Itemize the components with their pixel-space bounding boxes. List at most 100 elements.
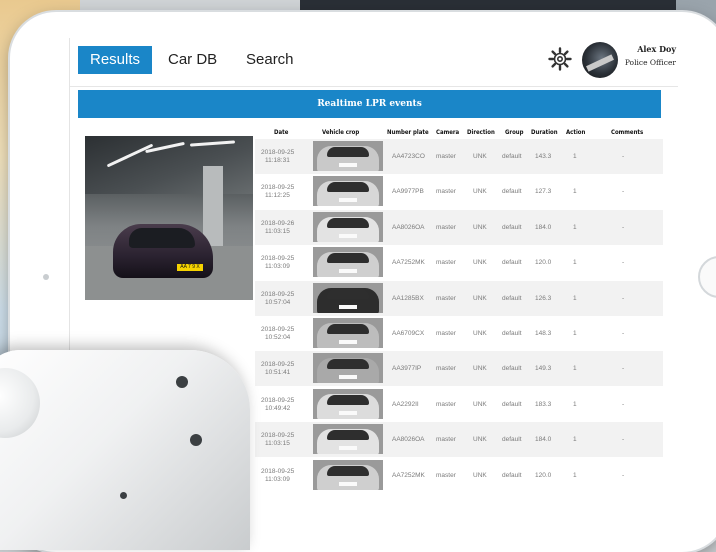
cell-action: 1 [573,330,577,337]
cell-time: 10:49:42 [265,404,291,412]
tab-car-db[interactable]: Car DB [156,46,229,74]
vehicle-crop-thumbnail[interactable] [313,318,383,348]
cell-direction: UNK [473,294,487,302]
gear-icon[interactable] [547,46,573,72]
cell-action: 1 [573,259,577,267]
table-row[interactable]: 2018-09-26 11:03:15 AA8026OA master UNK defau… [255,209,663,245]
cell-time: 10:57:04 [265,298,291,306]
cell-group: default [502,294,522,302]
cell-duration: 148.3 [535,330,552,337]
cell-comments: - [622,188,625,196]
cell-duration: 183.3 [535,400,552,408]
header-vehicle-crop: Vehicle crop [322,129,360,136]
header-group: Group [505,129,524,136]
thumbnail-car-window [327,324,369,334]
cell-duration: 184.0 [535,436,552,444]
vehicle-crop-thumbnail[interactable] [313,424,383,455]
cell-action: 1 [573,223,577,231]
cell-group: default [502,400,522,408]
table-row[interactable]: 2018-09-25 11:03:09 AA7252MK master UNK defau… [255,245,663,280]
device-screw-hole [190,434,202,446]
cell-group: default [502,471,522,479]
thumbnail-plate [339,340,357,344]
cell-direction: UNK [473,330,487,337]
snapshot-plate: AA 7 9 X [177,264,203,271]
avatar[interactable] [582,42,618,78]
cell-number-plate: AA2292II [392,400,419,408]
table-row[interactable]: 2018-09-25 10:52:04 AA6709CX master UNK defau… [255,316,663,351]
vehicle-crop-thumbnail[interactable] [313,282,383,313]
cell-camera: master [436,330,456,337]
cell-action: 1 [573,436,577,444]
cell-duration: 127.3 [535,188,552,196]
thumbnail-car-window [327,147,369,157]
camera-snapshot[interactable]: AA 7 9 X [85,136,253,300]
table-row[interactable]: 2018-09-25 11:03:15 AA8026OA master UNK defau… [255,422,663,458]
thumbnail-plate [339,375,357,380]
vehicle-crop-thumbnail[interactable] [313,353,383,384]
vehicle-crop-thumbnail[interactable] [313,459,383,490]
cell-number-plate: AA8026OA [392,223,425,231]
thumbnail-plate [339,233,357,238]
table-row[interactable]: 2018-09-25 10:57:04 AA1285BX master UNK defau… [255,280,663,316]
cell-group: default [502,223,522,231]
tab-search[interactable]: Search [234,46,306,74]
home-button[interactable] [698,256,716,298]
cell-direction: UNK [473,188,487,196]
table-row[interactable]: 2018-09-25 10:49:42 AA2292II master UNK defau… [255,387,663,422]
tablet-camera [43,274,49,280]
table-row[interactable]: 2018-09-25 10:51:41 AA3977IP master UNK defau… [255,351,663,387]
cell-comments: - [622,330,625,337]
cell-direction: UNK [473,471,487,479]
vehicle-crop-thumbnail[interactable] [313,247,383,278]
cell-action: 1 [573,153,577,160]
device-screw-hole [120,492,127,499]
cell-comments: - [622,400,625,408]
cell-duration: 149.3 [535,365,552,373]
page-title-banner: Realtime LPR events [78,90,661,118]
thumbnail-plate [339,446,357,451]
thumbnail-plate [339,410,357,415]
cell-action: 1 [573,365,577,373]
user-name: Alex Doy [637,44,676,54]
cell-time: 10:51:41 [265,369,291,377]
vehicle-crop-thumbnail[interactable] [313,388,383,419]
cell-comments: - [622,223,625,231]
cell-action: 1 [573,400,577,408]
cell-direction: UNK [473,365,487,373]
cell-number-plate: AA4723CO [392,153,425,160]
top-navbar: Results Car DB Search Alex Doy Police Of… [70,38,678,87]
header-duration: Duration [531,129,558,136]
tab-results[interactable]: Results [78,46,153,74]
cell-number-plate: AA7252MK [392,471,425,479]
thumbnail-car-window [327,359,369,370]
vehicle-crop-thumbnail[interactable] [313,176,383,207]
table-row[interactable]: 2018-09-25 11:18:31 AA4723CO master UNK defau… [255,139,663,174]
cell-comments: - [622,259,625,267]
thumbnail-car-window [327,253,369,264]
header-camera: Camera [436,129,460,136]
table-row[interactable]: 2018-09-25 11:03:09 AA7252MK master UNK defau… [255,458,663,493]
header-direction: Direction [467,129,495,136]
thumbnail-car-window [327,430,369,441]
device-knob [0,368,40,438]
cell-comments: - [622,471,625,479]
vehicle-crop-thumbnail[interactable] [313,141,383,171]
cell-time: 11:03:15 [265,440,290,448]
cell-camera: master [436,471,456,479]
cell-direction: UNK [473,223,487,231]
cell-comments: - [622,294,625,302]
cell-duration: 120.0 [535,259,552,267]
cell-comments: - [622,153,625,160]
cell-time: 11:03:09 [265,475,290,483]
cell-action: 1 [573,471,577,479]
thumbnail-car-window [327,288,369,299]
cell-number-plate: AA7252MK [392,259,425,267]
table-row[interactable]: 2018-09-25 11:12:25 AA9977PB master UNK defau… [255,174,663,209]
vehicle-crop-thumbnail[interactable] [313,211,383,242]
cell-group: default [502,259,522,267]
cell-direction: UNK [473,259,487,267]
cell-camera: master [436,223,456,231]
cell-time: 11:03:15 [265,227,290,235]
header-date: Date [274,129,289,136]
